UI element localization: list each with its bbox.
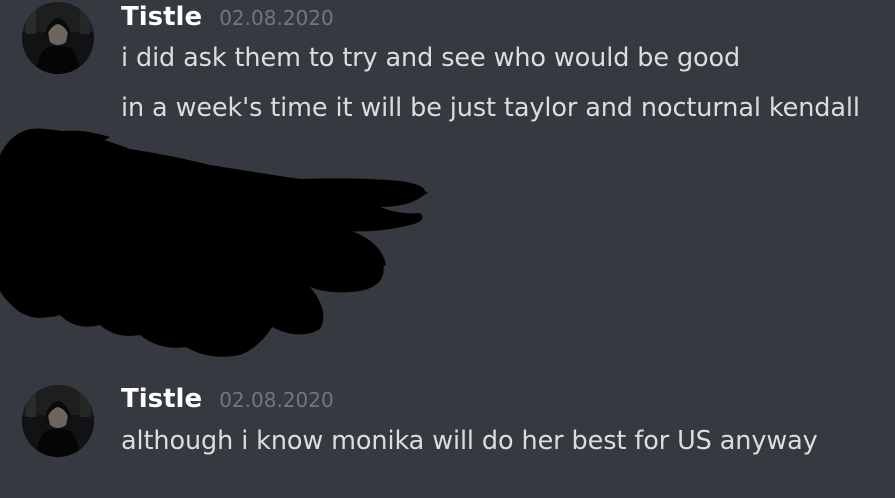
timestamp[interactable]: 02.08.2020 (219, 388, 334, 412)
user-avatar[interactable] (22, 2, 94, 74)
username[interactable]: Tistle (121, 384, 202, 414)
message-text: although i know monika will do her best … (121, 426, 818, 456)
message-text: in a week's time it will be just taylor … (121, 93, 860, 123)
message-header: Tistle 02.08.2020 (121, 2, 334, 32)
username[interactable]: Tistle (121, 2, 202, 32)
message-header: Tistle 02.08.2020 (121, 384, 334, 414)
redaction-scribble-icon (0, 128, 428, 357)
timestamp[interactable]: 02.08.2020 (219, 6, 334, 30)
avatar-icon (22, 385, 94, 457)
message-text: i did ask them to try and see who would … (121, 43, 741, 73)
user-avatar[interactable] (22, 385, 94, 457)
avatar-icon (22, 2, 94, 74)
